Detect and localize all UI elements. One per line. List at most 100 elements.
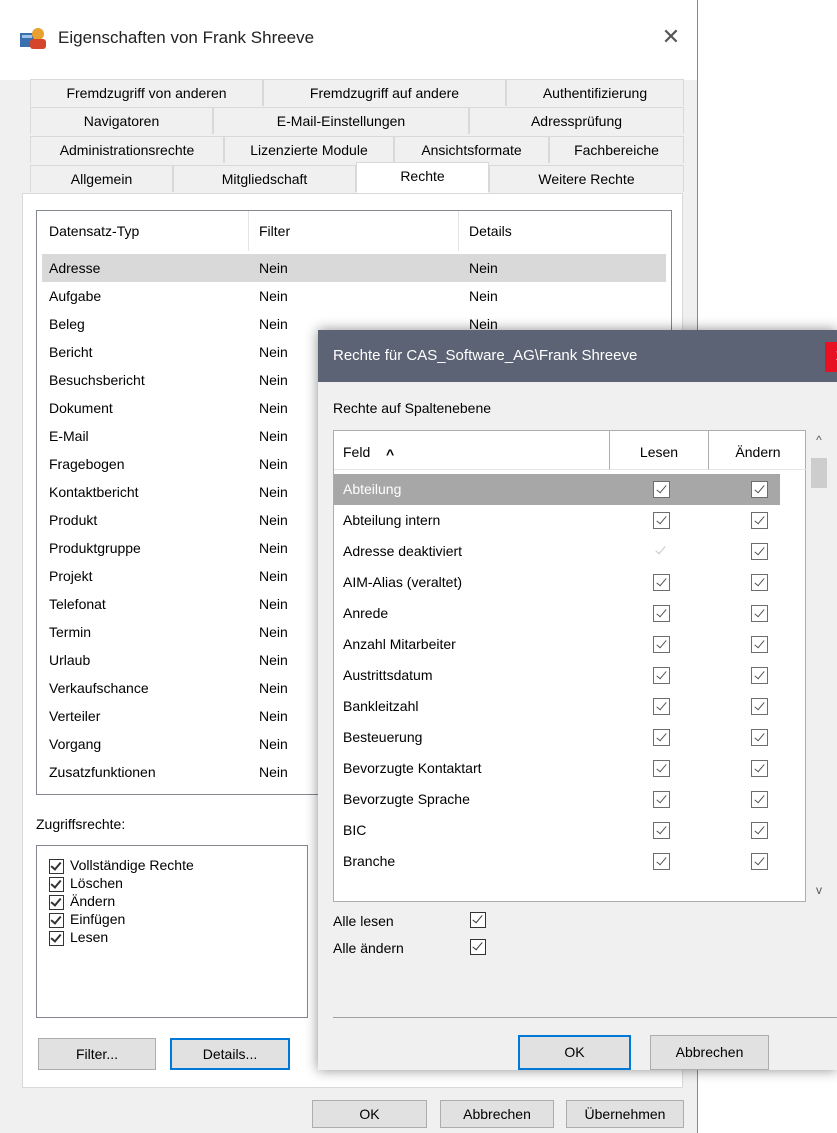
checkbox-aendern-icon[interactable] xyxy=(751,605,768,622)
close-icon[interactable]: x xyxy=(825,342,837,372)
table-row[interactable]: Adresse Nein Nein xyxy=(42,254,666,282)
grid-row[interactable]: Branche xyxy=(334,846,780,877)
tab-fremdzugriff-auf-andere[interactable]: Fremdzugriff auf andere xyxy=(263,79,506,106)
checkbox-vollstaendige-rechte[interactable]: Vollständige Rechte xyxy=(49,856,194,874)
scroll-up-icon[interactable]: ^ xyxy=(809,433,829,447)
checkbox-lesen-icon[interactable] xyxy=(653,698,670,715)
checkbox-aendern-icon[interactable] xyxy=(751,543,768,560)
alle-lesen-checkbox[interactable] xyxy=(470,912,486,928)
tab-weitere-rechte[interactable]: Weitere Rechte xyxy=(489,165,684,192)
grid-row[interactable]: Bevorzugte Kontaktart xyxy=(334,753,780,784)
filter-button[interactable]: Filter... xyxy=(38,1038,156,1070)
tab-authentifizierung[interactable]: Authentifizierung xyxy=(506,79,684,106)
scrollbar-thumb[interactable] xyxy=(811,458,827,488)
checkbox-lesen-icon[interactable] xyxy=(653,822,670,839)
grid-row[interactable]: Besteuerung xyxy=(334,722,780,753)
sort-ascending-icon: ^ xyxy=(386,446,395,462)
tab-mitgliedschaft[interactable]: Mitgliedschaft xyxy=(173,165,356,192)
tab-allgemein[interactable]: Allgemein xyxy=(30,165,173,192)
user-properties-icon xyxy=(20,28,46,49)
grid-row[interactable]: Abteilung xyxy=(334,474,780,505)
column-header-filter[interactable]: Filter xyxy=(259,223,290,239)
details-button[interactable]: Details... xyxy=(170,1038,290,1070)
checkbox-checked-icon[interactable] xyxy=(49,912,64,928)
tab-email-einstellungen[interactable]: E-Mail-Einstellungen xyxy=(213,107,469,134)
column-separator xyxy=(248,211,249,251)
checkbox-loeschen[interactable]: Löschen xyxy=(49,874,123,892)
column-header-datensatz-typ[interactable]: Datensatz-Typ xyxy=(49,223,139,239)
column-separator xyxy=(458,211,459,251)
column-header-details[interactable]: Details xyxy=(469,223,512,239)
checkbox-lesen-disabled-icon xyxy=(653,543,670,560)
checkbox-lesen-icon[interactable] xyxy=(653,760,670,777)
grid-row[interactable]: Austrittsdatum xyxy=(334,660,780,691)
dialog-title: Rechte für CAS_Software_AG\Frank Shreeve xyxy=(333,347,638,364)
tab-fremdzugriff-von-anderen[interactable]: Fremdzugriff von anderen xyxy=(30,79,263,106)
grid-row[interactable]: Abteilung intern xyxy=(334,505,780,536)
tab-administrationsrechte[interactable]: Administrationsrechte xyxy=(30,136,224,163)
checkbox-aendern[interactable]: Ändern xyxy=(49,892,115,910)
grid-scrollbar[interactable] xyxy=(809,430,829,902)
column-header-lesen[interactable]: Lesen xyxy=(610,431,709,470)
checkbox-checked-icon[interactable] xyxy=(49,876,64,892)
checkbox-checked-icon[interactable] xyxy=(49,930,64,946)
dialog-cancel-button[interactable]: Abbrechen xyxy=(650,1035,769,1070)
checkbox-lesen-icon[interactable] xyxy=(653,481,670,498)
checkbox-aendern-icon[interactable] xyxy=(751,481,768,498)
checkbox-checked-icon[interactable] xyxy=(49,894,64,910)
tab-lizenzierte-module[interactable]: Lizenzierte Module xyxy=(224,136,394,163)
zugriffsrechte-label: Zugriffsrechte: xyxy=(36,816,126,832)
checkbox-aendern-icon[interactable] xyxy=(751,853,768,870)
tab-ansichtsformate[interactable]: Ansichtsformate xyxy=(394,136,549,163)
tab-adresspruefung[interactable]: Adressprüfung xyxy=(469,107,684,134)
checkbox-aendern-icon[interactable] xyxy=(751,636,768,653)
checkbox-aendern-icon[interactable] xyxy=(751,512,768,529)
column-header-feld[interactable]: Feld ^ xyxy=(334,431,610,470)
apply-button[interactable]: Übernehmen xyxy=(566,1100,684,1128)
grid-row[interactable]: Adresse deaktiviert xyxy=(334,536,780,567)
column-rights-grid[interactable]: Feld ^ Lesen Ändern Abteilung Abteilung … xyxy=(333,430,807,902)
checkbox-einfuegen[interactable]: Einfügen xyxy=(49,910,125,928)
alle-lesen-label: Alle lesen xyxy=(333,913,394,929)
checkbox-aendern-icon[interactable] xyxy=(751,822,768,839)
checkbox-lesen-icon[interactable] xyxy=(653,512,670,529)
tab-rechte[interactable]: Rechte xyxy=(356,162,489,193)
checkbox-checked-icon[interactable] xyxy=(49,858,64,874)
checkbox-aendern-icon[interactable] xyxy=(751,574,768,591)
tab-navigatoren[interactable]: Navigatoren xyxy=(30,107,213,134)
dialog-subtitle: Rechte auf Spaltenebene xyxy=(333,400,492,416)
grid-row[interactable]: Anzahl Mitarbeiter xyxy=(334,629,780,660)
close-icon[interactable]: ✕ xyxy=(656,24,686,54)
grid-row[interactable]: Bevorzugte Sprache xyxy=(334,784,780,815)
grid-row[interactable]: BIC xyxy=(334,815,780,846)
checkbox-aendern-icon[interactable] xyxy=(751,667,768,684)
checkbox-lesen[interactable]: Lesen xyxy=(49,928,108,946)
checkbox-lesen-icon[interactable] xyxy=(653,574,670,591)
grid-row[interactable]: AIM-Alias (veraltet) xyxy=(334,567,780,598)
alle-aendern-checkbox[interactable] xyxy=(470,939,486,955)
checkbox-lesen-icon[interactable] xyxy=(653,791,670,808)
cancel-button[interactable]: Abbrechen xyxy=(440,1100,554,1128)
checkbox-lesen-icon[interactable] xyxy=(653,636,670,653)
grid-row[interactable]: Anrede xyxy=(334,598,780,629)
checkbox-lesen-icon[interactable] xyxy=(653,605,670,622)
checkbox-aendern-icon[interactable] xyxy=(751,760,768,777)
table-row[interactable]: Aufgabe Nein Nein xyxy=(42,282,666,310)
column-header-aendern[interactable]: Ändern xyxy=(709,431,807,470)
checkbox-lesen-icon[interactable] xyxy=(653,853,670,870)
dialog-ok-button[interactable]: OK xyxy=(518,1035,631,1070)
checkbox-lesen-icon[interactable] xyxy=(653,729,670,746)
title-bar: Eigenschaften von Frank Shreeve ✕ xyxy=(0,0,697,80)
alle-aendern-label: Alle ändern xyxy=(333,940,404,956)
checkbox-lesen-icon[interactable] xyxy=(653,667,670,684)
checkbox-aendern-icon[interactable] xyxy=(751,791,768,808)
checkbox-aendern-icon[interactable] xyxy=(751,698,768,715)
grid-row[interactable]: Bankleitzahl xyxy=(334,691,780,722)
ok-button[interactable]: OK xyxy=(312,1100,427,1128)
scroll-down-icon[interactable]: v xyxy=(809,883,829,897)
column-rights-dialog: Rechte für CAS_Software_AG\Frank Shreeve… xyxy=(318,330,837,1070)
tab-fachbereiche[interactable]: Fachbereiche xyxy=(549,136,684,163)
zugriffsrechte-list: Vollständige Rechte Löschen Ändern Einfü… xyxy=(36,845,308,1018)
checkbox-aendern-icon[interactable] xyxy=(751,729,768,746)
dialog-divider xyxy=(333,1017,837,1018)
